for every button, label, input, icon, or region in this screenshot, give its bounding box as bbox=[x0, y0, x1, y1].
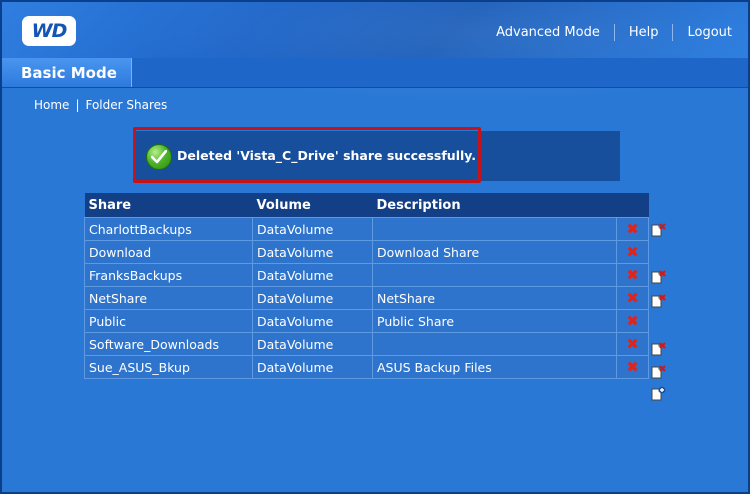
tab-bar: Basic Mode bbox=[2, 58, 748, 88]
cell-share: Software_Downloads bbox=[84, 332, 253, 356]
table-row[interactable]: FranksBackups DataVolume ✖ bbox=[84, 263, 649, 287]
cell-share: Download bbox=[84, 240, 253, 264]
edit-share-icon[interactable] bbox=[650, 222, 666, 238]
delete-x-icon[interactable]: ✖ bbox=[626, 336, 639, 352]
cell-volume: DataVolume bbox=[252, 217, 373, 241]
cell-description bbox=[372, 332, 617, 356]
cell-volume: DataVolume bbox=[252, 355, 373, 379]
table-row[interactable]: Public DataVolume Public Share ✖ bbox=[84, 309, 649, 333]
edit-share-icon[interactable] bbox=[650, 364, 666, 380]
cell-description: ASUS Backup Files bbox=[372, 355, 617, 379]
breadcrumb-home[interactable]: Home bbox=[34, 98, 69, 112]
status-message: Deleted 'Vista_C_Drive' share successful… bbox=[177, 148, 477, 163]
edit-share-icon[interactable] bbox=[650, 269, 666, 285]
delete-cell: ✖ bbox=[616, 332, 649, 356]
cell-description: Public Share bbox=[372, 309, 617, 333]
cell-description: Download Share bbox=[372, 240, 617, 264]
divider bbox=[672, 24, 674, 41]
tab-basic-mode[interactable]: Basic Mode bbox=[2, 58, 132, 87]
delete-cell: ✖ bbox=[616, 263, 649, 287]
delete-x-icon[interactable]: ✖ bbox=[626, 359, 639, 375]
delete-cell: ✖ bbox=[616, 286, 649, 310]
table-row[interactable]: Download DataVolume Download Share ✖ bbox=[84, 240, 649, 264]
app-window: WD Advanced Mode Help Logout Basic Mode … bbox=[0, 0, 750, 494]
delete-cell: ✖ bbox=[616, 355, 649, 379]
shares-table: Share Volume Description CharlottBackups… bbox=[84, 193, 649, 379]
column-header-description: Description bbox=[372, 193, 617, 218]
delete-x-icon[interactable]: ✖ bbox=[626, 267, 639, 283]
delete-x-icon[interactable]: ✖ bbox=[626, 244, 639, 260]
check-circle-icon bbox=[146, 144, 172, 170]
divider bbox=[613, 24, 615, 41]
logout-link[interactable]: Logout bbox=[687, 25, 732, 40]
delete-cell: ✖ bbox=[616, 240, 649, 264]
cell-description bbox=[372, 217, 617, 241]
delete-x-icon[interactable]: ✖ bbox=[626, 290, 639, 306]
advanced-mode-link[interactable]: Advanced Mode bbox=[496, 25, 600, 40]
logo-text: WD bbox=[31, 20, 68, 42]
edit-share-icon[interactable] bbox=[650, 341, 666, 357]
cell-share: NetShare bbox=[84, 286, 253, 310]
cell-share: Sue_ASUS_Bkup bbox=[84, 355, 253, 379]
cell-description: NetShare bbox=[372, 286, 617, 310]
delete-cell: ✖ bbox=[616, 309, 649, 333]
breadcrumb-separator: | bbox=[75, 98, 80, 112]
table-row[interactable]: NetShare DataVolume NetShare ✖ bbox=[84, 286, 649, 310]
table-row[interactable]: Sue_ASUS_Bkup DataVolume ASUS Backup Files… bbox=[84, 355, 649, 379]
cell-description bbox=[372, 263, 617, 287]
delete-cell: ✖ bbox=[616, 217, 649, 241]
cell-share: FranksBackups bbox=[84, 263, 253, 287]
wd-logo: WD bbox=[22, 16, 76, 46]
cell-volume: DataVolume bbox=[252, 332, 373, 356]
cell-volume: DataVolume bbox=[252, 240, 373, 264]
breadcrumb-folder-shares: Folder Shares bbox=[85, 98, 168, 112]
column-header-share: Share bbox=[84, 193, 253, 218]
top-bar: WD Advanced Mode Help Logout bbox=[2, 2, 748, 102]
help-link[interactable]: Help bbox=[629, 25, 659, 40]
top-links: Advanced Mode Help Logout bbox=[496, 24, 732, 41]
cell-volume: DataVolume bbox=[252, 286, 373, 310]
breadcrumb: Home | Folder Shares bbox=[34, 98, 167, 112]
cell-share: Public bbox=[84, 309, 253, 333]
table-row[interactable]: Software_Downloads DataVolume ✖ bbox=[84, 332, 649, 356]
cell-share: CharlottBackups bbox=[84, 217, 253, 241]
cell-volume: DataVolume bbox=[252, 309, 373, 333]
column-header-actions bbox=[616, 193, 649, 218]
table-row[interactable]: CharlottBackups DataVolume ✖ bbox=[84, 217, 649, 241]
delete-x-icon[interactable]: ✖ bbox=[626, 221, 639, 237]
table-header-row: Share Volume Description bbox=[84, 193, 649, 218]
delete-x-icon[interactable]: ✖ bbox=[626, 313, 639, 329]
column-header-volume: Volume bbox=[252, 193, 373, 218]
shares-table-body: CharlottBackups DataVolume ✖ Download DataVo… bbox=[84, 217, 649, 379]
edit-share-icon[interactable] bbox=[650, 293, 666, 309]
cell-volume: DataVolume bbox=[252, 263, 373, 287]
add-share-icon[interactable] bbox=[650, 386, 666, 402]
